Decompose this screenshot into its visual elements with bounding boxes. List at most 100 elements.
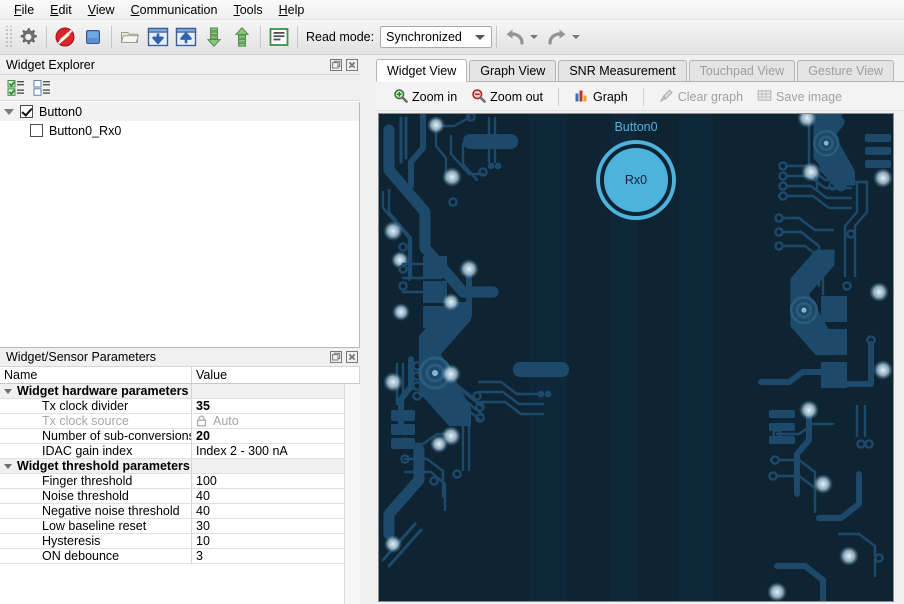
- parameter-value-cell[interactable]: 10: [192, 534, 360, 548]
- parameter-name-label: IDAC gain index: [42, 444, 133, 458]
- parameter-row[interactable]: Hysteresis 10: [0, 534, 360, 549]
- parameter-name-cell: Low baseline reset: [0, 519, 192, 533]
- save-image-button: Save image: [750, 85, 849, 109]
- tree-item-button0-rx0[interactable]: Button0_Rx0: [0, 121, 359, 140]
- menu-bar: File Edit View Communication Tools Help: [0, 0, 904, 20]
- apply-down-icon[interactable]: [200, 23, 228, 51]
- tab-graph-view[interactable]: Graph View: [469, 60, 557, 81]
- chevron-down-icon[interactable]: [4, 463, 12, 469]
- widget-tree[interactable]: Button0 Button0_Rx0: [0, 102, 360, 348]
- parameter-value-cell[interactable]: [192, 459, 360, 473]
- stop-icon[interactable]: [79, 23, 107, 51]
- widget-view-canvas[interactable]: Button0 Rx0: [378, 113, 894, 602]
- zoom-in-button[interactable]: Zoom in: [386, 85, 464, 109]
- parameters-header-row: Name Value: [0, 367, 360, 384]
- tab-snr-measurement[interactable]: SNR Measurement: [558, 60, 687, 81]
- parameter-row[interactable]: IDAC gain index Index 2 - 300 nA: [0, 444, 360, 459]
- upload-icon[interactable]: [172, 23, 200, 51]
- parameter-value-label: 100: [196, 474, 217, 488]
- check-all-icon[interactable]: [4, 77, 30, 99]
- settings-icon[interactable]: [14, 23, 42, 51]
- menu-item-edit[interactable]: Edit: [42, 1, 80, 19]
- tab-widget-view[interactable]: Widget View: [376, 59, 468, 82]
- tree-checkbox-button0-rx0[interactable]: [30, 124, 43, 137]
- zoom-out-button[interactable]: Zoom out: [464, 85, 550, 109]
- tree-item-button0[interactable]: Button0: [0, 102, 359, 121]
- parameter-value-cell[interactable]: 40: [192, 489, 360, 503]
- download-icon[interactable]: [144, 23, 172, 51]
- parameter-value-cell[interactable]: 20: [192, 429, 360, 443]
- read-mode-select[interactable]: Synchronized: [380, 26, 493, 48]
- parameter-value-cell[interactable]: 100: [192, 474, 360, 488]
- parameter-row[interactable]: Tx clock source Auto: [0, 414, 360, 429]
- parameter-value-cell[interactable]: 40: [192, 504, 360, 518]
- column-header-value[interactable]: Value: [192, 367, 360, 383]
- parameter-value-cell[interactable]: 3: [192, 549, 360, 563]
- button-widget-rx0[interactable]: Rx0: [600, 144, 672, 216]
- undo-icon[interactable]: [501, 23, 529, 51]
- widget-view-toolbar: Zoom in Zoom out Graph Clear graph Save …: [376, 83, 904, 111]
- parameter-row[interactable]: Finger threshold 100: [0, 474, 360, 489]
- zoom-in-icon: [393, 88, 408, 106]
- close-icon[interactable]: [345, 351, 358, 364]
- widget-name-label: Button0: [614, 120, 658, 134]
- graph-icon: [574, 88, 589, 106]
- widget-explorer-panel: Widget Explorer Button0 Button0_Rx0: [0, 56, 360, 348]
- graph-label: Graph: [592, 89, 628, 104]
- parameter-row[interactable]: Noise threshold 40: [0, 489, 360, 504]
- chevron-down-icon[interactable]: [4, 388, 12, 394]
- redo-dropdown-icon[interactable]: [572, 35, 581, 39]
- toolbar-grip[interactable]: [4, 26, 12, 48]
- parameters-titlebar: Widget/Sensor Parameters: [0, 348, 360, 367]
- parameter-name-cell: Negative noise threshold: [0, 504, 192, 518]
- parameter-name-cell: Finger threshold: [0, 474, 192, 488]
- parameter-value-cell[interactable]: 30: [192, 519, 360, 533]
- disconnect-icon[interactable]: [51, 23, 79, 51]
- undo-dropdown-icon[interactable]: [530, 35, 539, 39]
- parameter-row[interactable]: Number of sub-conversions 20: [0, 429, 360, 444]
- parameter-row[interactable]: Negative noise threshold 40: [0, 504, 360, 519]
- parameters-scrollbar[interactable]: [344, 384, 360, 604]
- menu-item-tools[interactable]: Tools: [225, 1, 270, 19]
- open-folder-icon[interactable]: [116, 23, 144, 51]
- parameter-value-label: 35: [196, 399, 210, 413]
- view-tabs: Widget View Graph View SNR Measurement T…: [376, 59, 904, 82]
- apply-up-icon[interactable]: [228, 23, 256, 51]
- log-icon[interactable]: [265, 23, 293, 51]
- close-icon[interactable]: [345, 59, 358, 72]
- tab-touchpad-view: Touchpad View: [688, 60, 796, 81]
- parameter-name-label: Widget threshold parameters: [17, 459, 190, 473]
- menu-item-communication[interactable]: Communication: [123, 1, 226, 19]
- parameter-value-cell[interactable]: Index 2 - 300 nA: [192, 444, 360, 458]
- parameter-value-cell[interactable]: Auto: [192, 414, 360, 428]
- parameter-name-cell: ON debounce: [0, 549, 192, 563]
- viewbar-separator-1: [557, 87, 559, 106]
- menu-item-file[interactable]: File: [6, 1, 42, 19]
- menu-item-view[interactable]: View: [80, 1, 123, 19]
- menu-item-help[interactable]: Help: [271, 1, 313, 19]
- float-icon[interactable]: [329, 59, 342, 72]
- parameter-value-cell[interactable]: 35: [192, 399, 360, 413]
- parameter-row[interactable]: Low baseline reset 30: [0, 519, 360, 534]
- tab-gesture-view: Gesture View: [797, 60, 895, 81]
- parameter-value-cell[interactable]: [192, 384, 360, 398]
- parameter-group-row[interactable]: Widget hardware parameters: [0, 384, 360, 399]
- float-icon[interactable]: [329, 351, 342, 364]
- parameter-row[interactable]: ON debounce 3: [0, 549, 360, 564]
- zoom-out-icon: [471, 88, 486, 106]
- graph-button[interactable]: Graph: [567, 85, 635, 109]
- parameter-value-label: 3: [196, 549, 203, 563]
- tree-checkbox-button0[interactable]: [20, 105, 33, 118]
- uncheck-all-icon[interactable]: [30, 77, 56, 99]
- parameters-grid[interactable]: Widget hardware parameters Tx clock divid…: [0, 384, 360, 604]
- parameter-name-cell: Tx clock source: [0, 414, 192, 428]
- parameter-group-row[interactable]: Widget threshold parameters: [0, 459, 360, 474]
- parameter-row[interactable]: Tx clock divider 35: [0, 399, 360, 414]
- tree-label-button0: Button0: [39, 104, 83, 119]
- chevron-down-icon[interactable]: [4, 108, 14, 115]
- column-header-name[interactable]: Name: [0, 367, 192, 383]
- parameter-name-label: Low baseline reset: [42, 519, 147, 533]
- parameter-value-label: Index 2 - 300 nA: [196, 444, 288, 458]
- parameter-name-label: Tx clock source: [42, 414, 129, 428]
- redo-icon[interactable]: [543, 23, 571, 51]
